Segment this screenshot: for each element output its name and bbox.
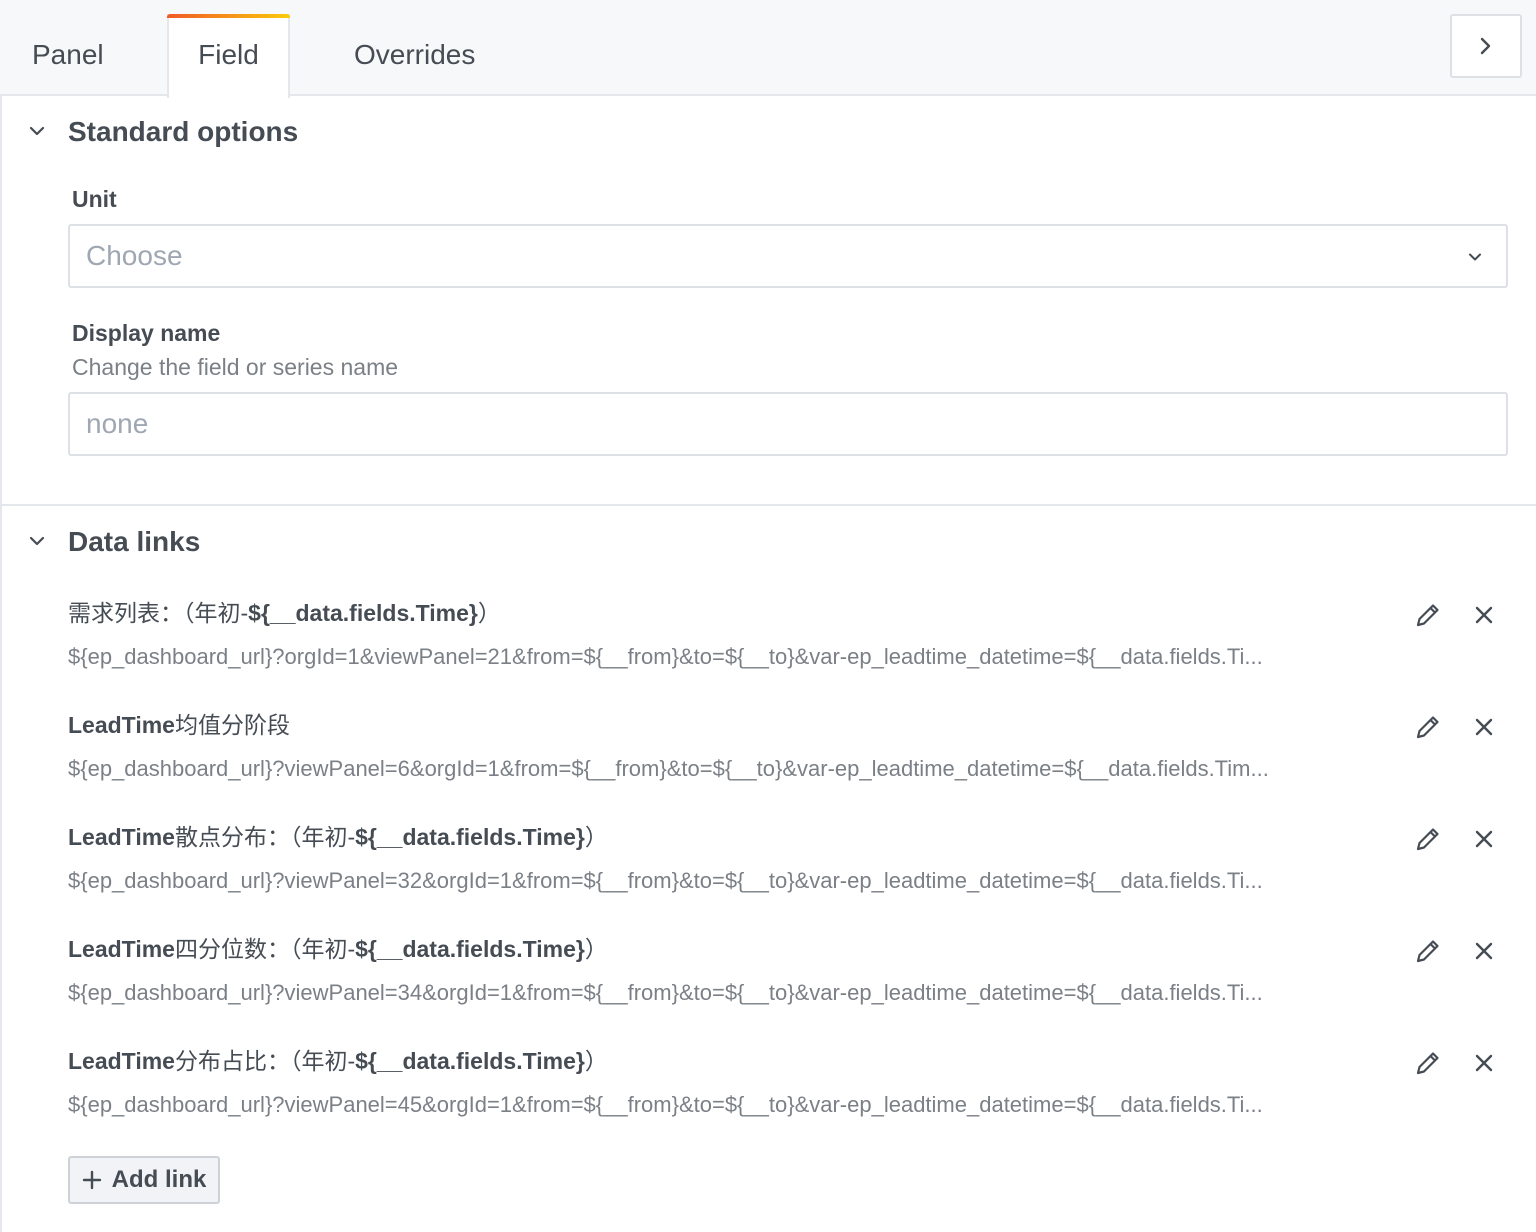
data-link-item: 需求列表：（年初-${__data.fields.Time}） ${ep_das… bbox=[68, 597, 1508, 693]
close-icon bbox=[1475, 830, 1493, 848]
chevron-down-icon bbox=[1469, 253, 1481, 261]
data-link-title: LeadTime均值分阶段 bbox=[68, 709, 290, 741]
data-link-title-bold: LeadTime bbox=[68, 1048, 175, 1074]
data-link-url: ${ep_dashboard_url}?orgId=1&viewPanel=21… bbox=[68, 644, 1263, 669]
data-link-title-suffix: ） bbox=[477, 600, 501, 626]
close-icon bbox=[1475, 606, 1493, 624]
delete-link-button[interactable] bbox=[1466, 933, 1502, 969]
chevron-down-icon bbox=[29, 126, 45, 136]
pencil-icon bbox=[1416, 604, 1439, 627]
data-link-title-suffix: 均值分阶段 bbox=[174, 712, 290, 738]
tab-field-label: Field bbox=[198, 39, 259, 70]
standard-options-header[interactable]: Standard options bbox=[2, 112, 602, 152]
data-link-url: ${ep_dashboard_url}?viewPanel=45&orgId=1… bbox=[68, 1092, 1263, 1117]
tab-field[interactable]: Field bbox=[167, 14, 290, 98]
data-link-title-close: ） bbox=[584, 936, 608, 962]
tab-panel[interactable]: Panel bbox=[32, 14, 104, 96]
display-name-label: Display name bbox=[72, 320, 221, 346]
pencil-icon bbox=[1416, 716, 1439, 739]
data-link-title: LeadTime散点分布：（年初-${__data.fields.Time}） bbox=[68, 821, 608, 853]
chevron-right-icon bbox=[1480, 37, 1491, 55]
data-link-title-bold: LeadTime bbox=[68, 936, 175, 962]
unit-select-placeholder: Choose bbox=[86, 240, 183, 271]
delete-link-button[interactable] bbox=[1466, 597, 1502, 633]
options-content: Standard options Unit Choose Display nam… bbox=[0, 96, 1536, 1232]
data-link-title-variable: ${__data.fields.Time} bbox=[355, 824, 585, 850]
standard-options-title: Standard options bbox=[68, 116, 299, 147]
add-link-button[interactable]: Add link bbox=[68, 1156, 220, 1204]
data-link-title-variable: ${__data.fields.Time} bbox=[248, 600, 478, 626]
display-name-input[interactable] bbox=[70, 394, 1506, 454]
data-link-item: LeadTime四分位数：（年初-${__data.fields.Time}） … bbox=[68, 933, 1508, 1029]
close-icon bbox=[1475, 942, 1493, 960]
data-link-url: ${ep_dashboard_url}?viewPanel=34&orgId=1… bbox=[68, 980, 1263, 1005]
data-link-url: ${ep_dashboard_url}?viewPanel=6&orgId=1&… bbox=[68, 756, 1269, 781]
data-link-title-bold: LeadTime bbox=[68, 824, 175, 850]
tab-overrides[interactable]: Overrides bbox=[354, 14, 475, 96]
unit-select[interactable]: Choose bbox=[68, 224, 1508, 288]
add-link-label: Add link bbox=[111, 1166, 207, 1193]
edit-link-button[interactable] bbox=[1410, 709, 1446, 745]
display-name-description: Change the field or series name bbox=[72, 354, 399, 380]
display-name-field-box bbox=[68, 392, 1508, 456]
data-link-title-variable: ${__data.fields.Time} bbox=[355, 936, 585, 962]
pencil-icon bbox=[1416, 1052, 1439, 1075]
data-link-title-variable: ${__data.fields.Time} bbox=[355, 1048, 585, 1074]
delete-link-button[interactable] bbox=[1466, 709, 1502, 745]
pencil-icon bbox=[1416, 940, 1439, 963]
data-link-title-suffix: 散点分布：（年初- bbox=[174, 824, 356, 850]
data-link-item: LeadTime分布占比：（年初-${__data.fields.Time}） … bbox=[68, 1045, 1508, 1141]
data-link-title-text: 需求列表：（年初- bbox=[68, 600, 249, 626]
edit-link-button[interactable] bbox=[1410, 1045, 1446, 1081]
edit-link-button[interactable] bbox=[1410, 821, 1446, 857]
active-tab-indicator bbox=[167, 14, 290, 18]
edit-link-button[interactable] bbox=[1410, 597, 1446, 633]
data-link-title: LeadTime分布占比：（年初-${__data.fields.Time}） bbox=[68, 1045, 608, 1077]
chevron-down-icon bbox=[29, 536, 45, 546]
delete-link-button[interactable] bbox=[1466, 821, 1502, 857]
data-link-title-close: ） bbox=[584, 1048, 608, 1074]
data-link-item: LeadTime均值分阶段 ${ep_dashboard_url}?viewPa… bbox=[68, 709, 1508, 805]
data-link-url: ${ep_dashboard_url}?viewPanel=32&orgId=1… bbox=[68, 868, 1263, 893]
data-link-item: LeadTime散点分布：（年初-${__data.fields.Time}） … bbox=[68, 821, 1508, 917]
data-link-title-bold: LeadTime bbox=[68, 712, 175, 738]
edit-link-button[interactable] bbox=[1410, 933, 1446, 969]
plus-icon bbox=[82, 1170, 101, 1190]
delete-link-button[interactable] bbox=[1466, 1045, 1502, 1081]
data-links-header[interactable]: Data links bbox=[2, 522, 602, 562]
field-options-editor: Panel Field Overrides Standard options U… bbox=[0, 0, 1536, 1232]
data-link-title: 需求列表：（年初-${__data.fields.Time}） bbox=[68, 597, 501, 629]
options-tab-bar: Panel Field Overrides bbox=[0, 0, 1536, 98]
data-links-title: Data links bbox=[68, 526, 201, 557]
close-icon bbox=[1475, 718, 1493, 736]
data-link-title-close: ） bbox=[584, 824, 608, 850]
section-divider bbox=[2, 504, 1536, 506]
data-link-title-suffix: 四分位数：（年初- bbox=[174, 936, 356, 962]
collapse-pane-button[interactable] bbox=[1450, 14, 1522, 78]
data-link-title-suffix: 分布占比：（年初- bbox=[174, 1048, 356, 1074]
pencil-icon bbox=[1416, 828, 1439, 851]
close-icon bbox=[1475, 1054, 1493, 1072]
data-link-title: LeadTime四分位数：（年初-${__data.fields.Time}） bbox=[68, 933, 608, 965]
unit-label: Unit bbox=[72, 186, 117, 212]
